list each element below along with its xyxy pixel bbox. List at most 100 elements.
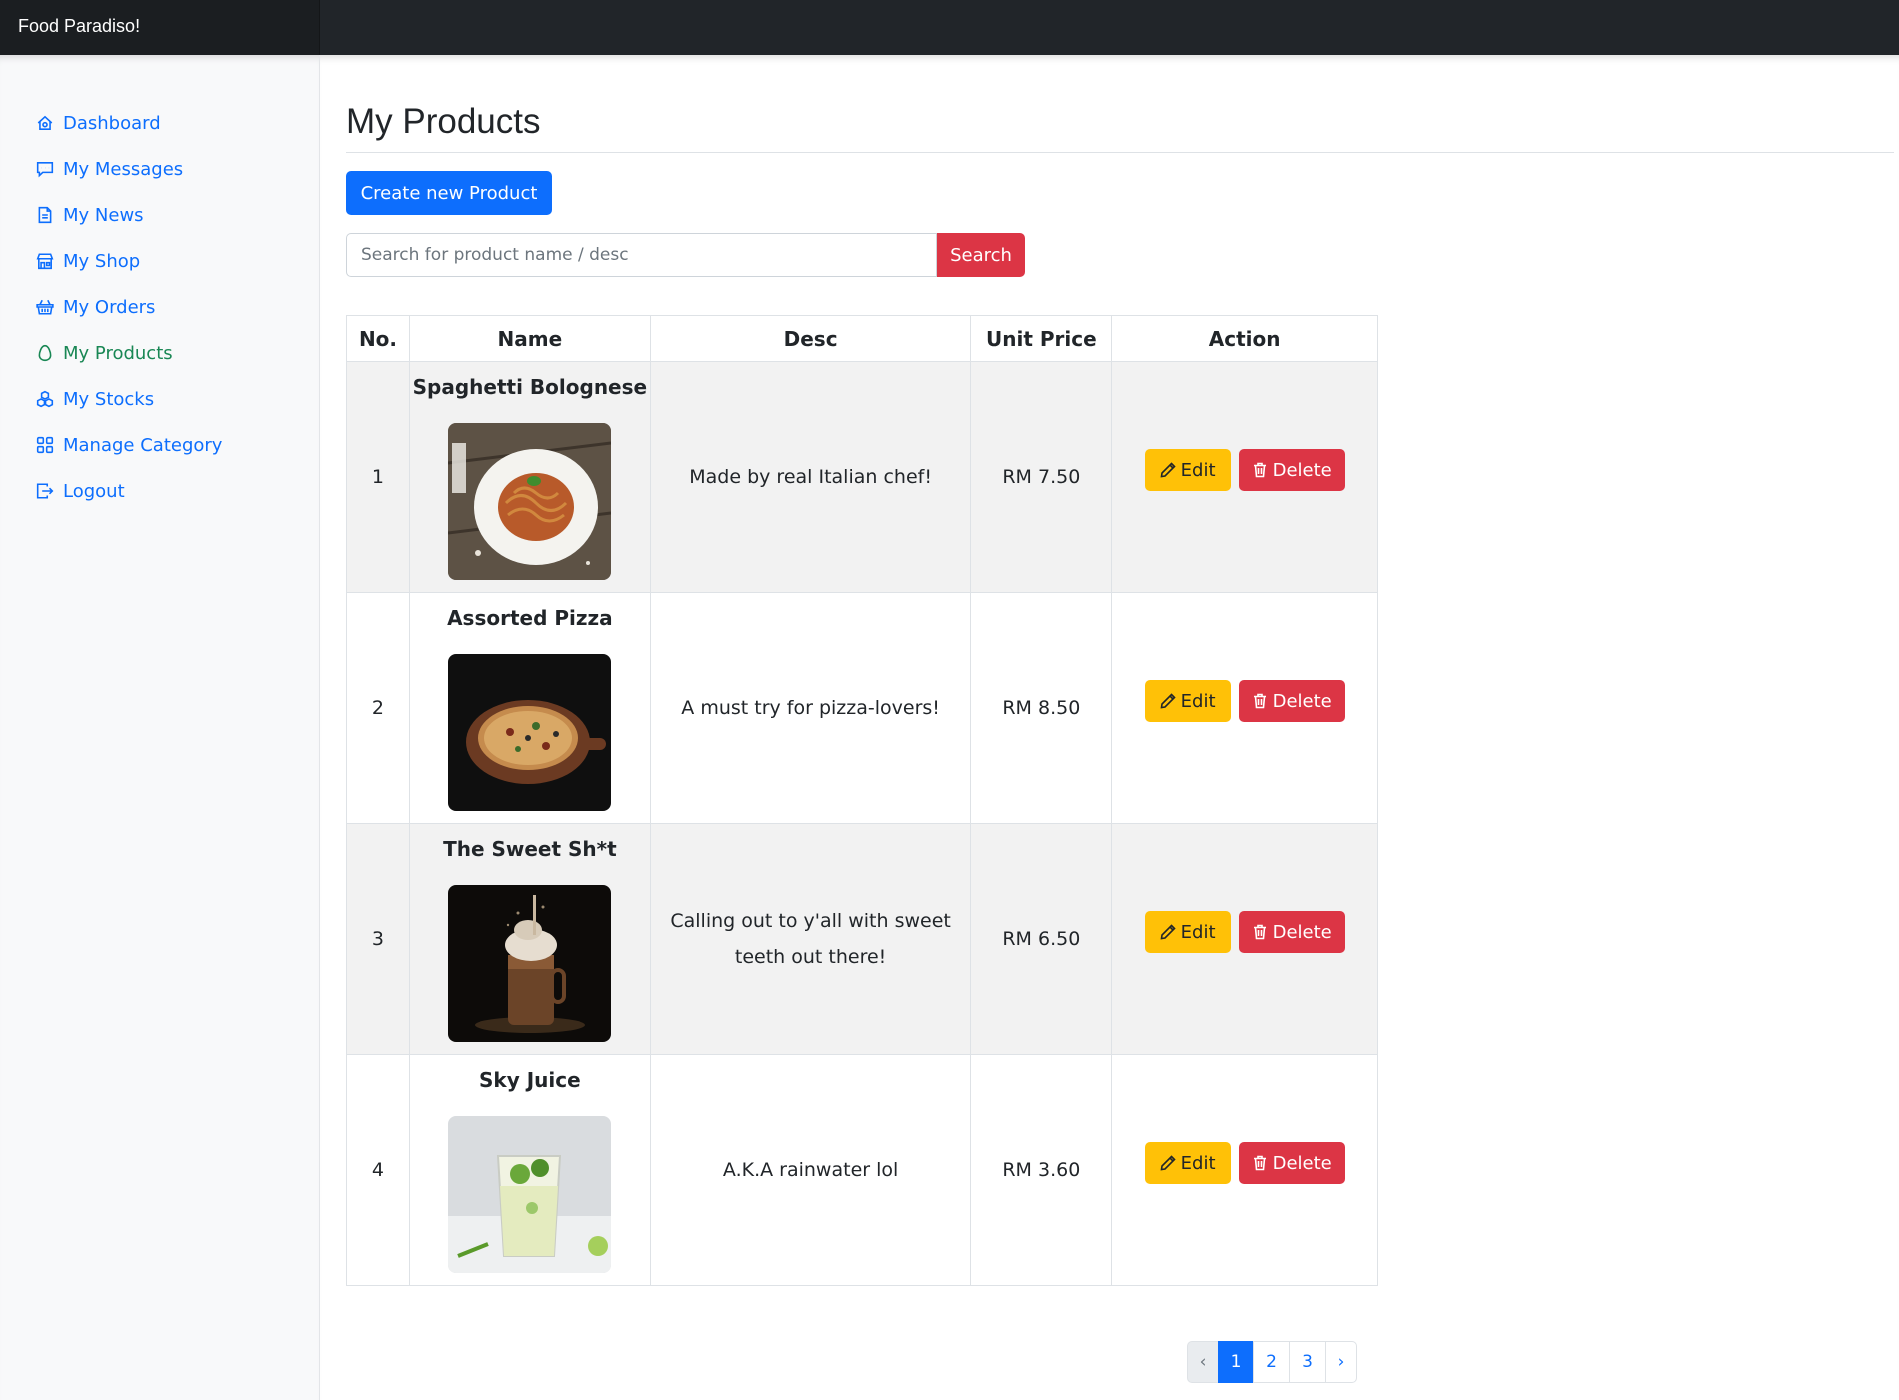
- sidebar-item-label: Manage Category: [63, 434, 223, 456]
- column-header-action: Action: [1111, 315, 1378, 362]
- grid-icon: [35, 435, 55, 455]
- product-desc: Calling out to y'all with sweet teeth ou…: [649, 823, 972, 1055]
- sidebar-item-label: Dashboard: [63, 112, 161, 134]
- product-desc: Made by real Italian chef!: [649, 361, 972, 593]
- product-desc: A.K.A rainwater lol: [649, 1054, 972, 1286]
- product-name: Sky Juice: [479, 1067, 581, 1092]
- pagination-next[interactable]: ›: [1325, 1341, 1357, 1383]
- sidebar-item-label: Logout: [63, 480, 125, 502]
- delete-button[interactable]: Delete: [1238, 1142, 1345, 1184]
- table-row: 2 Assorted Pizza A must try for pizza-lo…: [346, 592, 1378, 824]
- edit-label: Edit: [1180, 1152, 1216, 1174]
- pizza-photo: [448, 653, 612, 811]
- trash-icon: [1253, 462, 1266, 478]
- pagination-page-1[interactable]: 1: [1218, 1341, 1254, 1383]
- sidebar-item-shop[interactable]: My Shop: [0, 238, 319, 284]
- boxes-icon: [35, 389, 55, 409]
- search-button[interactable]: Search: [937, 233, 1025, 277]
- sidebar-item-label: My Products: [63, 342, 173, 364]
- products-table: No. Name Desc Unit Price Action 1 Spaghe…: [346, 315, 1378, 1286]
- shop-icon: [35, 251, 55, 271]
- sidebar-item-manage-category[interactable]: Manage Category: [0, 422, 319, 468]
- product-name-cell: The Sweet Sh*t: [408, 823, 651, 1055]
- egg-icon: [35, 343, 55, 363]
- pagination: ‹ 1 2 3 ›: [1187, 1341, 1357, 1383]
- edit-button[interactable]: Edit: [1144, 1142, 1231, 1184]
- table-row: 4 Sky Juice A.K.A rainwater lol RM 3.60 …: [346, 1054, 1378, 1286]
- delete-label: Delete: [1272, 690, 1332, 712]
- product-name-cell: Sky Juice: [408, 1054, 651, 1286]
- messages-icon: [35, 159, 55, 179]
- product-price: RM 6.50: [970, 823, 1113, 1055]
- edit-button[interactable]: Edit: [1144, 680, 1231, 722]
- column-header-name: Name: [408, 315, 651, 362]
- product-name: The Sweet Sh*t: [443, 836, 617, 861]
- top-navbar: Food Paradiso!: [0, 0, 1899, 55]
- product-name-cell: Assorted Pizza: [408, 592, 651, 824]
- sidebar-item-news[interactable]: My News: [0, 192, 319, 238]
- page-title: My Products: [346, 102, 541, 141]
- action-cell: Edit Delete: [1111, 1054, 1378, 1286]
- pencil-icon: [1160, 924, 1176, 940]
- news-icon: [35, 205, 55, 225]
- pencil-icon: [1160, 1155, 1176, 1171]
- pencil-icon: [1160, 462, 1176, 478]
- main-content: My Products Create new Product Search No…: [320, 55, 1899, 1400]
- row-number: 4: [346, 1054, 410, 1286]
- logout-icon: [35, 481, 55, 501]
- delete-label: Delete: [1272, 1152, 1332, 1174]
- row-number: 2: [346, 592, 410, 824]
- product-price: RM 7.50: [970, 361, 1113, 593]
- sidebar-item-products[interactable]: My Products: [0, 330, 319, 376]
- sidebar-item-label: My Orders: [63, 296, 156, 318]
- product-name: Spaghetti Bolognese: [412, 374, 648, 399]
- trash-icon: [1253, 693, 1266, 709]
- juice-photo: [448, 1115, 612, 1273]
- delete-label: Delete: [1272, 459, 1332, 481]
- sidebar-item-messages[interactable]: My Messages: [0, 146, 319, 192]
- sidebar-item-stocks[interactable]: My Stocks: [0, 376, 319, 422]
- delete-button[interactable]: Delete: [1238, 680, 1345, 722]
- product-name-cell: Spaghetti Bolognese: [408, 361, 651, 593]
- search-input[interactable]: [346, 233, 937, 277]
- table-row: 1 Spaghetti Bolognese Made by real Itali…: [346, 361, 1378, 593]
- trash-icon: [1253, 1155, 1266, 1171]
- trash-icon: [1253, 924, 1266, 940]
- pagination-prev[interactable]: ‹: [1187, 1341, 1219, 1383]
- sidebar: Dashboard My Messages My News My Shop My…: [0, 55, 320, 1400]
- delete-button[interactable]: Delete: [1238, 449, 1345, 491]
- sidebar-item-orders[interactable]: My Orders: [0, 284, 319, 330]
- sidebar-item-label: My News: [63, 204, 144, 226]
- table-header-row: No. Name Desc Unit Price Action: [346, 315, 1378, 362]
- sidebar-item-label: My Messages: [63, 158, 184, 180]
- action-cell: Edit Delete: [1111, 361, 1378, 593]
- sidebar-item-label: My Shop: [63, 250, 141, 272]
- action-cell: Edit Delete: [1111, 823, 1378, 1055]
- pagination-page-2[interactable]: 2: [1253, 1341, 1290, 1383]
- search-group: Search: [346, 233, 1025, 277]
- pencil-icon: [1160, 693, 1176, 709]
- row-number: 1: [346, 361, 410, 593]
- dashboard-icon: [35, 113, 55, 133]
- product-desc: A must try for pizza-lovers!: [649, 592, 972, 824]
- action-cell: Edit Delete: [1111, 592, 1378, 824]
- pagination-page-3[interactable]: 3: [1289, 1341, 1326, 1383]
- column-header-desc: Desc: [649, 315, 972, 362]
- sidebar-item-dashboard[interactable]: Dashboard: [0, 100, 319, 146]
- edit-button[interactable]: Edit: [1144, 911, 1231, 953]
- spaghetti-photo: [448, 422, 612, 580]
- edit-label: Edit: [1180, 921, 1216, 943]
- milkshake-photo: [448, 884, 612, 1042]
- create-product-button[interactable]: Create new Product: [346, 171, 552, 215]
- column-header-no: No.: [346, 315, 410, 362]
- delete-button[interactable]: Delete: [1238, 911, 1345, 953]
- edit-label: Edit: [1180, 690, 1216, 712]
- sidebar-item-logout[interactable]: Logout: [0, 468, 319, 514]
- sidebar-item-label: My Stocks: [63, 388, 155, 410]
- edit-button[interactable]: Edit: [1144, 449, 1231, 491]
- table-row: 3 The Sweet Sh*t Calling out to y'all wi…: [346, 823, 1378, 1055]
- title-divider: [346, 152, 1894, 153]
- product-price: RM 8.50: [970, 592, 1113, 824]
- column-header-unit-price: Unit Price: [970, 315, 1113, 362]
- app-brand[interactable]: Food Paradiso!: [0, 0, 320, 55]
